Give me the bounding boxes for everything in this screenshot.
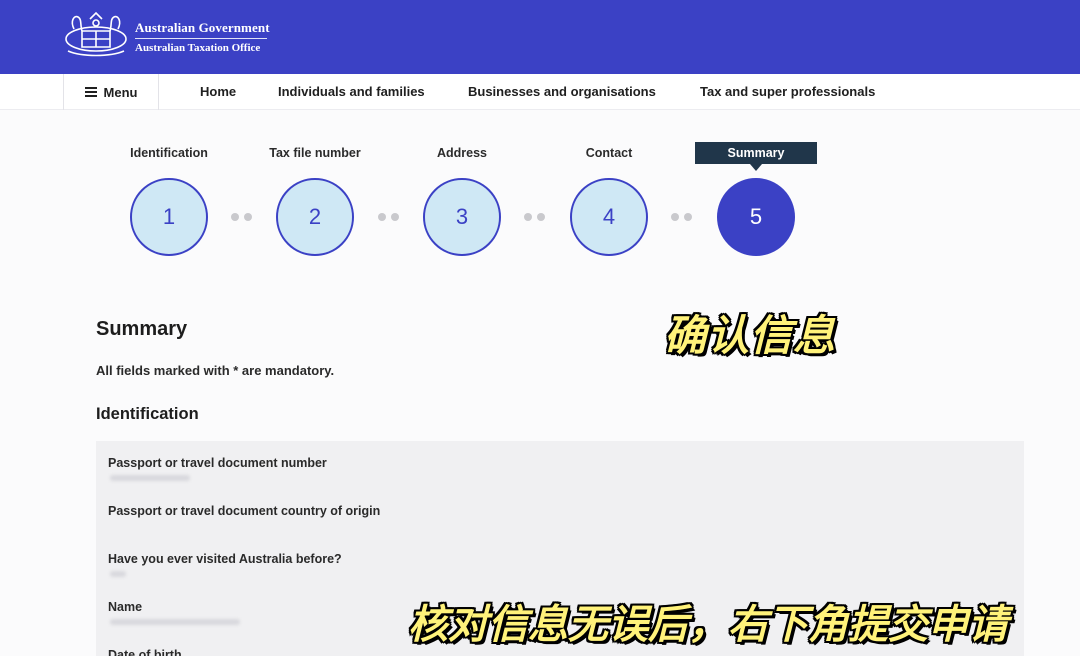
- step-connector-dots: [524, 213, 546, 221]
- redacted-value: [110, 571, 126, 577]
- step-connector-dots: [671, 213, 693, 221]
- step-label-tax-file-number: Tax file number: [269, 146, 361, 160]
- government-wordmark[interactable]: Australian Government Australian Taxatio…: [135, 20, 270, 55]
- step-1-circle[interactable]: 1: [130, 178, 208, 256]
- gov-name: Australian Government: [135, 20, 270, 35]
- field-label-name: Name: [108, 600, 143, 614]
- menu-label: Menu: [103, 84, 138, 100]
- step-connector-dots: [378, 213, 400, 221]
- header-banner: Australian Government Australian Taxatio…: [0, 0, 1080, 74]
- step-connector-dots: [231, 213, 253, 221]
- redacted-value: [110, 475, 190, 481]
- coat-of-arms-icon: [65, 11, 127, 57]
- field-label-passport-country: Passport or travel document country of o…: [108, 504, 381, 518]
- page-title: Summary: [96, 318, 188, 340]
- field-label-passport-number: Passport or travel document number: [108, 456, 327, 470]
- nav-link-home[interactable]: Home: [200, 74, 236, 110]
- menu-button[interactable]: Menu: [63, 74, 159, 110]
- step-2-circle[interactable]: 2: [276, 178, 354, 256]
- section-title-identification: Identification: [96, 405, 199, 423]
- step-4-circle[interactable]: 4: [570, 178, 648, 256]
- step-5-circle-current: 5: [717, 178, 795, 256]
- step-3-circle[interactable]: 3: [423, 178, 501, 256]
- mandatory-note: All fields marked with * are mandatory.: [96, 363, 335, 378]
- step-label-summary: Summary: [695, 142, 817, 171]
- redacted-value: [110, 619, 240, 625]
- nav-link-businesses[interactable]: Businesses and organisations: [468, 74, 656, 110]
- nav-link-tax-professionals[interactable]: Tax and super professionals: [700, 74, 875, 110]
- agency-name: Australian Taxation Office: [135, 42, 261, 54]
- field-label-date-of-birth: Date of birth: [108, 648, 182, 656]
- overlay-caption-top: 确认信息: [664, 311, 837, 360]
- main-nav: Menu Home Individuals and families Busin…: [0, 74, 1080, 110]
- overlay-caption-bottom: 核对信息无误后，右下角提交申请: [408, 602, 1008, 648]
- step-label-identification: Identification: [130, 146, 208, 160]
- nav-link-individuals[interactable]: Individuals and families: [278, 74, 425, 110]
- wordmark-divider: [135, 38, 267, 39]
- step-label-contact: Contact: [585, 146, 633, 160]
- field-label-visited-before: Have you ever visited Australia before?: [108, 552, 342, 566]
- step-label-address: Address: [436, 146, 488, 160]
- hamburger-icon: [84, 87, 97, 97]
